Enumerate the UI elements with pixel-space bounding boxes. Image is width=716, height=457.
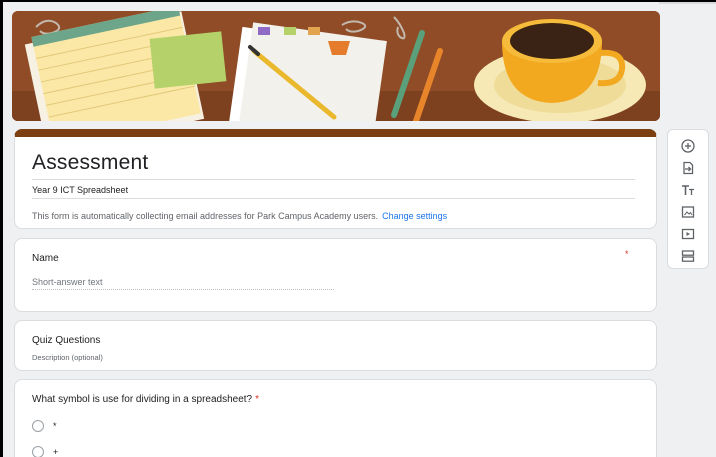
question-title: What symbol is use for dividing in a spr… <box>32 394 259 405</box>
name-question-title: Name <box>32 253 59 264</box>
title-divider <box>32 179 635 180</box>
add-section-icon[interactable] <box>679 247 697 265</box>
section-card[interactable]: Quiz Questions Description (optional) <box>14 320 657 371</box>
option-label: + <box>53 447 59 457</box>
import-questions-icon[interactable] <box>679 159 697 177</box>
header-banner-image <box>12 11 660 121</box>
name-question-card[interactable]: Name * Short-answer text <box>14 238 657 312</box>
description-divider <box>32 198 635 199</box>
form-title-card[interactable]: Assessment Year 9 ICT Spreadsheet This f… <box>14 129 657 229</box>
add-question-icon[interactable] <box>679 137 697 155</box>
short-answer-line <box>32 289 334 290</box>
email-notice-text: This form is automatically collecting em… <box>32 211 379 221</box>
add-video-icon[interactable] <box>679 225 697 243</box>
change-settings-link[interactable]: Change settings <box>382 211 447 221</box>
section-description: Description (optional) <box>32 353 103 362</box>
required-marker: * <box>625 249 629 259</box>
form-editor: Assessment Year 9 ICT Spreadsheet This f… <box>0 0 716 457</box>
form-description[interactable]: Year 9 ICT Spreadsheet <box>32 185 128 195</box>
required-marker: * <box>255 394 260 405</box>
form-title[interactable]: Assessment <box>32 151 148 175</box>
option-1[interactable]: * <box>32 420 57 432</box>
option-2[interactable]: + <box>32 446 58 457</box>
email-collection-notice: This form is automatically collecting em… <box>32 211 447 221</box>
section-title: Quiz Questions <box>32 335 101 346</box>
question-text: What symbol is use for dividing in a spr… <box>32 394 253 405</box>
multiple-choice-question-card[interactable]: What symbol is use for dividing in a spr… <box>14 379 657 457</box>
floating-toolbar <box>667 129 709 269</box>
desk-illustration <box>12 11 660 121</box>
radio-button[interactable] <box>32 446 44 457</box>
short-answer-placeholder: Short-answer text <box>32 277 103 287</box>
add-image-icon[interactable] <box>679 203 697 221</box>
add-title-icon[interactable] <box>679 181 697 199</box>
radio-button[interactable] <box>32 420 44 432</box>
option-label: * <box>53 421 57 431</box>
top-edge <box>659 2 716 4</box>
